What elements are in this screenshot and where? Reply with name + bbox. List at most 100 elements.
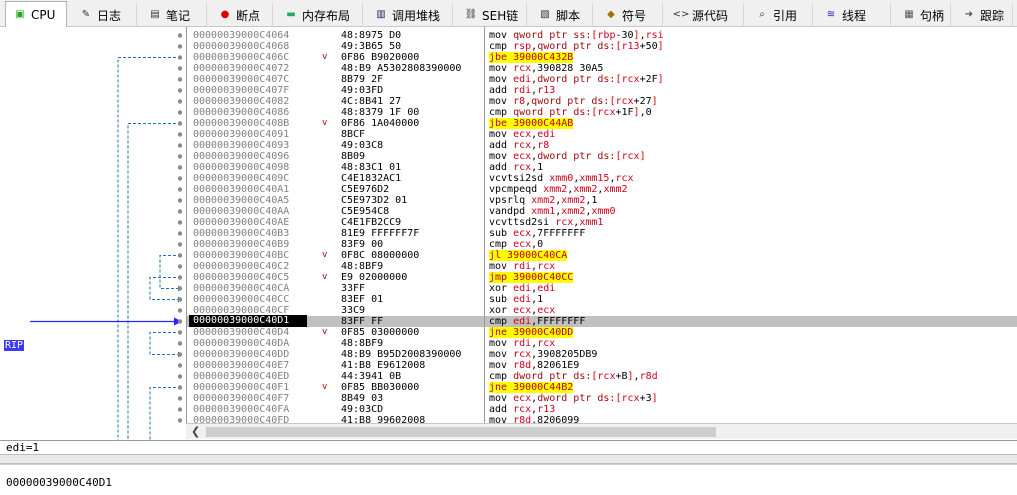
row-address: 00000039000C409C: [193, 173, 290, 184]
disasm-row[interactable]: 00000039000C40F7 8B49 03 mov ecx,dword ptr…: [187, 393, 1017, 404]
branch-arrow: [149, 332, 181, 355]
disasm-row[interactable]: 00000039000C40AE C4E1FB2CC9 vcvttsd2si rcx…: [187, 217, 1017, 228]
tab-label: 线程: [842, 8, 867, 23]
disasm-row[interactable]: 00000039000C409C C4E1832AC1 vcvtsi2sd xmm0…: [187, 173, 1017, 184]
row-address: 00000039000C40D4: [193, 327, 290, 338]
breakpoint-dot: [177, 220, 183, 225]
row-bytes: 41:B8 99602008: [341, 415, 426, 423]
jump-marker: v: [322, 327, 328, 337]
disasm-row[interactable]: 00000039000C40A1 C5E976D2 vpcmpeqd xmm2,xm…: [187, 184, 1017, 195]
breakpoint-dot: [177, 297, 183, 302]
tab-notes[interactable]: ▤ 笔记: [141, 3, 207, 27]
row-bytes: 48:8BF9: [341, 261, 384, 272]
tab-source[interactable]: <> 源代码: [667, 3, 744, 27]
row-instruction: cmp edi,FFFFFFFF: [489, 316, 586, 327]
row-address: 00000039000C4093: [193, 140, 290, 151]
breakpoint-dot: [177, 88, 183, 93]
jump-marker: v: [322, 52, 328, 62]
row-bytes: 48:8975 D0: [341, 30, 402, 41]
cpu-icon: ▣: [15, 9, 25, 20]
breakpoint-dot: [177, 66, 183, 71]
disasm-row[interactable]: 00000039000C4068 49:3B65 50 cmp rsp,qword …: [187, 41, 1017, 52]
disasm-row[interactable]: 00000039000C40B3 81E9 FFFFFF7F sub ecx,7FF…: [187, 228, 1017, 239]
disasm-row[interactable]: 00000039000C40F1 v 0F85 BB030000 jne 39000C…: [187, 382, 1017, 393]
tab-label: 内存布局: [302, 8, 351, 23]
row-address: 00000039000C408B: [193, 118, 290, 129]
disasm-row[interactable]: 00000039000C4072 48:B9 A5302808390000 mov …: [187, 63, 1017, 74]
disasm-row[interactable]: 00000039000C4096 8B09 mov ecx,dword ptr ds…: [187, 151, 1017, 162]
scroll-left-icon[interactable]: ❮: [191, 425, 200, 438]
tab-label: 符号: [622, 8, 647, 23]
disasm-row[interactable]: 00000039000C40CC 83EF 01 sub edi,1: [187, 294, 1017, 305]
scrollbar-thumb[interactable]: [206, 427, 716, 437]
tab-label: 日志: [97, 8, 122, 23]
disasm-row[interactable]: 00000039000C40C2 48:8BF9 mov rdi,rcx: [187, 261, 1017, 272]
disasm-row[interactable]: 00000039000C40DA 48:8BF9 mov rdi,rcx: [187, 338, 1017, 349]
breakpoint-dot: [177, 143, 183, 148]
row-instruction: add rdi,r13: [489, 85, 556, 96]
row-address: 00000039000C40D1: [189, 315, 307, 327]
breakpoint-dot: [177, 99, 183, 104]
disasm-row[interactable]: 00000039000C4091 8BCF mov ecx,edi: [187, 129, 1017, 140]
disasm-row[interactable]: 00000039000C40CF 33C9 xor ecx,ecx: [187, 305, 1017, 316]
tab-trace[interactable]: ➜ 跟踪: [955, 3, 1013, 27]
tab-script[interactable]: ▧ 脚本: [531, 3, 593, 27]
panel-splitter[interactable]: [0, 454, 1017, 464]
disasm-row[interactable]: 00000039000C40AA C5E954C8 vandpd xmm1,xmm2…: [187, 206, 1017, 217]
row-address: 00000039000C40F7: [193, 393, 290, 404]
branch-arrows: [30, 33, 183, 440]
row-bytes: 4C:8B41 27: [341, 96, 402, 107]
disasm-row[interactable]: 00000039000C40CA 33FF xor edi,edi: [187, 283, 1017, 294]
tab-call-stack[interactable]: ▥ 调用堆栈: [367, 3, 453, 27]
disasm-row[interactable]: 00000039000C407C 8B79 2F mov edi,dword ptr…: [187, 74, 1017, 85]
horizontal-scrollbar[interactable]: ❮: [186, 423, 1017, 439]
tab-symbols[interactable]: ◆ 符号: [597, 3, 663, 27]
tab-handles[interactable]: ▦ 句柄: [895, 3, 951, 27]
info-line: edi=1: [0, 440, 1017, 454]
tab-log[interactable]: ✎ 日志: [72, 3, 137, 27]
disasm-row[interactable]: 00000039000C40FD 41:B8 99602008 mov r8d,82…: [187, 415, 1017, 423]
tab-seh-chain[interactable]: ⛓ SEH链: [457, 3, 527, 27]
row-instruction: vcvtsi2sd xmm0,xmm15,rcx: [489, 173, 634, 184]
disasm-row[interactable]: 00000039000C407F 49:03FD add rdi,r13: [187, 85, 1017, 96]
column-separator: [484, 27, 485, 423]
disasm-row[interactable]: 00000039000C40BC v 0F8C 08000000 jl 39000C4…: [187, 250, 1017, 261]
disasm-row[interactable]: 00000039000C4086 48:8379 1F 00 cmp qword p…: [187, 107, 1017, 118]
disasm-row[interactable]: 00000039000C40D1 83FF FF cmp edi,FFFFFFFF: [187, 315, 1017, 327]
disasm-row[interactable]: 00000039000C406C v 0F86 B9020000 jbe 39000C…: [187, 52, 1017, 63]
disasm-row[interactable]: 00000039000C40C5 v E9 02000000 jmp 39000C40…: [187, 272, 1017, 283]
breakpoint-dot: [177, 264, 183, 269]
tab-threads[interactable]: ≋ 线程: [817, 3, 891, 27]
row-bytes: 0F85 BB030000: [341, 382, 420, 393]
tab-cpu[interactable]: ▣ CPU: [5, 1, 67, 28]
references-icon: ⌕: [759, 9, 765, 20]
tab-label: SEH链: [482, 8, 519, 23]
breakpoint-dot: [177, 209, 183, 214]
disasm-row[interactable]: 00000039000C408B v 0F86 1A040000 jbe 39000C…: [187, 118, 1017, 129]
breakpoint-dot: [177, 275, 183, 280]
row-address: 00000039000C4082: [193, 96, 290, 107]
row-address: 00000039000C40BC: [193, 250, 290, 261]
tab-breakpoint[interactable]: ● 断点: [211, 3, 273, 27]
row-bytes: C4E1832AC1: [341, 173, 402, 184]
disassembly-view[interactable]: 00000039000C4064 48:8975 D0 mov qword ptr …: [186, 27, 1017, 423]
row-instruction: jl 39000C40CA: [489, 250, 568, 261]
disasm-row[interactable]: 00000039000C4082 4C:8B41 27 mov r8,qword p…: [187, 96, 1017, 107]
disasm-row[interactable]: 00000039000C40E7 41:B8 E9612008 mov r8d,82…: [187, 360, 1017, 371]
disasm-row[interactable]: 00000039000C40ED 44:3941 0B cmp dword ptr …: [187, 371, 1017, 382]
symbols-icon: ◆: [607, 9, 615, 20]
row-address: 00000039000C40C5: [193, 272, 290, 283]
breakpoint-dot: [177, 198, 183, 203]
disasm-row[interactable]: 00000039000C40FA 49:03CD add rcx,r13: [187, 404, 1017, 415]
tab-memory-map[interactable]: ▬ 内存布局: [277, 3, 363, 27]
disasm-row[interactable]: 00000039000C40A5 C5E973D2 01 vpsrlq xmm2,x…: [187, 195, 1017, 206]
disasm-row[interactable]: 00000039000C40B9 83F9 00 cmp ecx,0: [187, 239, 1017, 250]
breakpoint-dot: [177, 187, 183, 192]
disasm-row[interactable]: 00000039000C4093 49:03C8 add rcx,r8: [187, 140, 1017, 151]
disasm-row[interactable]: 00000039000C40DD 48:B9 B95D2008390000 mov …: [187, 349, 1017, 360]
disasm-row[interactable]: 00000039000C4098 48:83C1 01 add rcx,1: [187, 162, 1017, 173]
row-address: 00000039000C40CA: [193, 283, 290, 294]
disasm-row[interactable]: 00000039000C4064 48:8975 D0 mov qword ptr …: [187, 30, 1017, 41]
disasm-row[interactable]: 00000039000C40D4 v 0F85 03000000 jne 39000C…: [187, 327, 1017, 338]
tab-references[interactable]: ⌕ 引用: [748, 3, 813, 27]
